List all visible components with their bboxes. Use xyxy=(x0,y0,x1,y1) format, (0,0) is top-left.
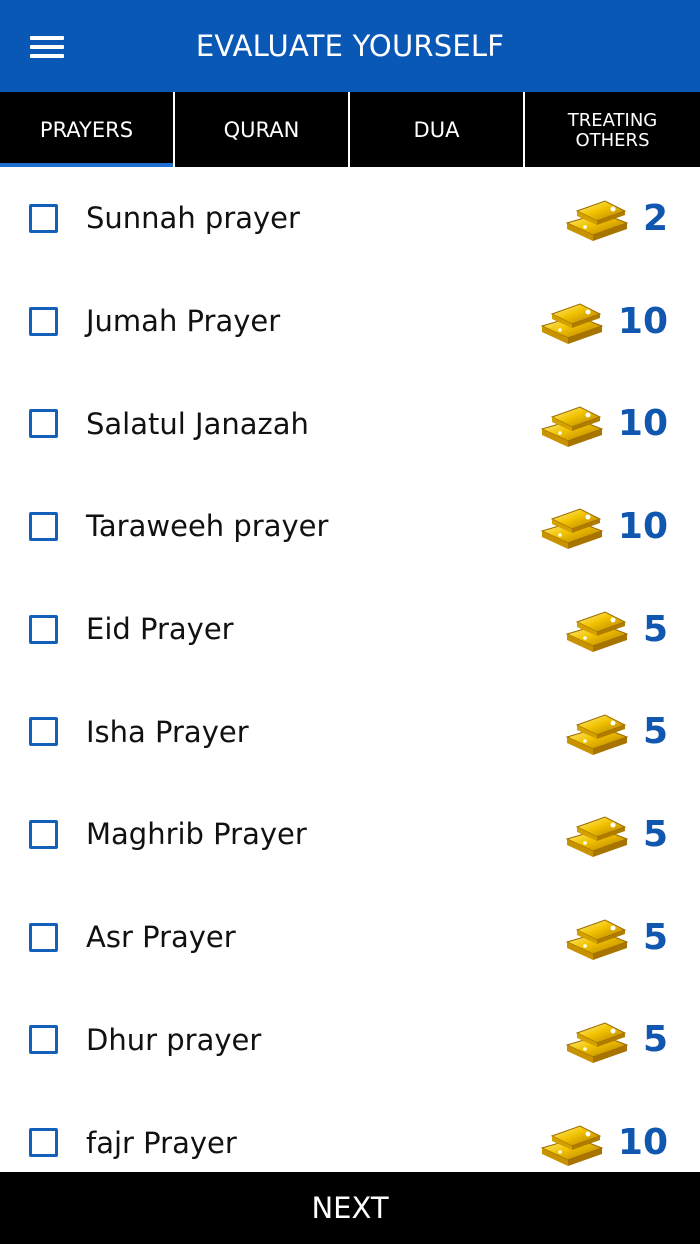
points-value: 10 xyxy=(617,403,668,445)
tab-label: QURAN xyxy=(223,117,300,142)
checkbox[interactable] xyxy=(29,511,58,541)
item-label: Eid Prayer xyxy=(86,612,234,647)
category-tabs: PRAYERS QURAN DUA TREATING OTHERS xyxy=(0,92,700,167)
list-item: Salatul Janazah 10 xyxy=(0,372,700,475)
list-item: Jumah Prayer 10 xyxy=(0,270,700,373)
tab-label: DUA xyxy=(413,117,460,142)
reward: 10 xyxy=(536,501,668,551)
next-button-label: NEXT xyxy=(311,1191,389,1225)
reward: 10 xyxy=(536,296,668,346)
checkbox[interactable] xyxy=(29,922,58,952)
deeds-list: Sunnah prayer 2 Jumah Prayer 10 Salatul … xyxy=(0,167,700,1172)
list-item: Dhur prayer 5 xyxy=(0,989,700,1092)
app-header: EVALUATE YOURSELF xyxy=(0,0,700,92)
list-item: Isha Prayer 5 xyxy=(0,680,700,783)
reward: 10 xyxy=(536,399,668,449)
points-value: 5 xyxy=(642,916,668,958)
item-label: Taraweeh prayer xyxy=(86,509,329,544)
tab-dua[interactable]: DUA xyxy=(350,92,525,167)
reward: 5 xyxy=(561,912,668,962)
item-label: Salatul Janazah xyxy=(86,406,309,441)
checkbox[interactable] xyxy=(29,306,58,336)
list-item: Eid Prayer 5 xyxy=(0,578,700,681)
item-label: fajr Prayer xyxy=(86,1125,237,1160)
tab-prayers[interactable]: PRAYERS xyxy=(0,92,175,167)
tab-quran[interactable]: QURAN xyxy=(175,92,350,167)
list-item: fajr Prayer 10 xyxy=(0,1091,700,1172)
page-title: EVALUATE YOURSELF xyxy=(195,29,505,63)
checkbox[interactable] xyxy=(29,717,58,747)
points-value: 5 xyxy=(642,711,668,753)
reward: 5 xyxy=(561,707,668,757)
tab-label: PRAYERS xyxy=(39,117,134,142)
list-item: Taraweeh prayer 10 xyxy=(0,475,700,578)
points-value: 10 xyxy=(617,1122,668,1164)
item-label: Sunnah prayer xyxy=(86,201,300,236)
gold-bars-icon xyxy=(565,816,629,858)
reward: 5 xyxy=(561,1015,668,1065)
item-label: Jumah Prayer xyxy=(86,304,281,339)
points-value: 5 xyxy=(642,608,668,650)
gold-bars-icon xyxy=(540,303,604,345)
gold-bars-icon xyxy=(540,406,604,447)
app-screen: EVALUATE YOURSELF PRAYERS QURAN DUA TREA… xyxy=(0,0,700,1244)
reward: 5 xyxy=(561,809,668,859)
gold-bars-icon xyxy=(565,611,629,653)
checkbox[interactable] xyxy=(29,614,58,644)
points-value: 10 xyxy=(617,505,668,547)
gold-bars-icon xyxy=(540,508,604,550)
tab-treating-others[interactable]: TREATING OTHERS xyxy=(525,92,700,167)
item-label: Asr Prayer xyxy=(86,920,236,955)
checkbox[interactable] xyxy=(29,1128,58,1158)
list-item: Maghrib Prayer 5 xyxy=(0,783,700,886)
item-label: Maghrib Prayer xyxy=(86,817,307,852)
gold-bars-icon xyxy=(540,1124,604,1166)
gold-bars-icon xyxy=(565,919,629,961)
list-item: Asr Prayer 5 xyxy=(0,886,700,989)
checkbox[interactable] xyxy=(29,1025,58,1055)
points-value: 5 xyxy=(642,1019,668,1061)
reward: 2 xyxy=(561,193,668,243)
item-label: Isha Prayer xyxy=(86,714,249,749)
list-item: Sunnah prayer 2 xyxy=(0,167,700,270)
checkbox[interactable] xyxy=(29,203,58,233)
reward: 5 xyxy=(561,604,668,654)
points-value: 10 xyxy=(617,300,668,342)
gold-bars-icon xyxy=(565,200,629,242)
item-label: Dhur prayer xyxy=(86,1022,262,1057)
points-value: 2 xyxy=(642,197,668,239)
next-button[interactable]: NEXT xyxy=(0,1172,700,1244)
checkbox[interactable] xyxy=(29,819,58,849)
reward: 10 xyxy=(536,1118,668,1168)
hamburger-menu-icon[interactable] xyxy=(30,36,64,58)
checkbox[interactable] xyxy=(29,409,58,439)
gold-bars-icon xyxy=(565,714,629,755)
points-value: 5 xyxy=(642,813,668,855)
gold-bars-icon xyxy=(565,1022,629,1063)
tab-label: TREATING OTHERS xyxy=(567,109,658,151)
